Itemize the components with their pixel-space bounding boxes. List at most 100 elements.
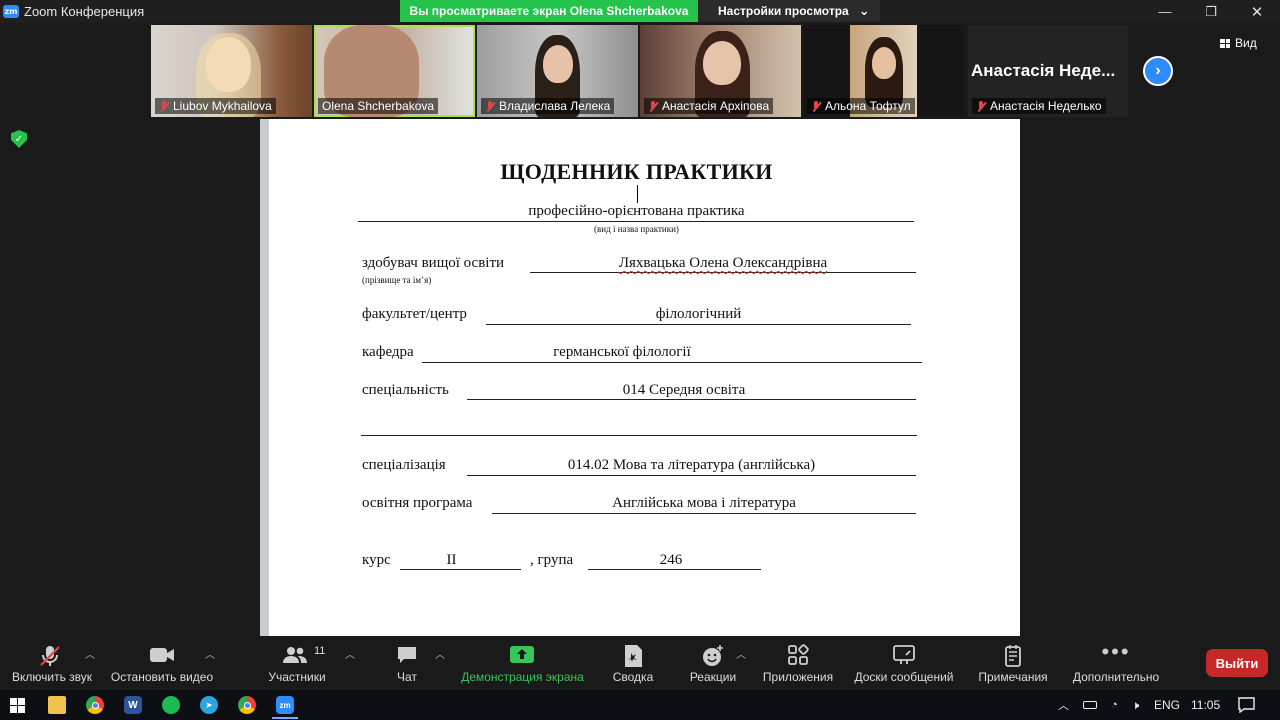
- telegram-icon[interactable]: ➤: [200, 696, 218, 714]
- mic-muted-icon: [976, 100, 986, 112]
- faculty-value: філологічний: [655, 306, 742, 322]
- participant-tile[interactable]: Анастасія Архіпова: [640, 25, 801, 117]
- language-indicator[interactable]: ENG: [1154, 690, 1180, 720]
- participant-name-label: Владислава Лелека: [481, 98, 615, 114]
- word-icon[interactable]: W: [124, 696, 142, 714]
- participant-video: [543, 45, 573, 83]
- text-cursor: [637, 185, 638, 203]
- view-button[interactable]: Вид: [1220, 33, 1257, 53]
- participants-icon: [283, 647, 307, 663]
- chat-options-caret-icon[interactable]: ︿: [435, 646, 445, 661]
- wifi-icon[interactable]: ◔: [1111, 699, 1118, 711]
- more-button[interactable]: ••• Дополнительно: [1067, 636, 1165, 690]
- apps-label: Приложения: [762, 670, 834, 684]
- reactions-label: Реакции: [689, 670, 737, 684]
- mic-muted-icon: [159, 100, 169, 112]
- underline: [467, 475, 916, 476]
- chat-label: Чат: [397, 670, 417, 684]
- unmute-button[interactable]: Включить звук: [2, 636, 102, 690]
- notes-button[interactable]: Примечания: [974, 636, 1052, 690]
- student-caption: (прізвище та ім’я): [362, 275, 432, 285]
- mic-muted-icon: [648, 100, 658, 112]
- security-shield-icon[interactable]: ✓: [11, 130, 27, 148]
- grid-view-icon: [1220, 38, 1230, 48]
- mic-muted-icon: [485, 100, 495, 112]
- video-options-caret-icon[interactable]: ︿: [205, 646, 215, 661]
- participant-name: Альона Тофтул: [825, 99, 911, 113]
- student-value: Ляхвацька Олена Олександрівна: [530, 255, 916, 272]
- department-label: кафедра: [362, 344, 414, 360]
- participants-button[interactable]: 11 Участники: [262, 636, 332, 690]
- participant-name: Olena Shcherbakova: [322, 99, 435, 113]
- close-button[interactable]: ✕: [1234, 0, 1280, 23]
- underline: [358, 221, 914, 222]
- view-settings-button[interactable]: Настройки просмотра ⌄: [698, 0, 880, 22]
- video-strip: Liubov Mykhailova Olena Shcherbakova Вла…: [0, 23, 1280, 118]
- underline: [467, 399, 916, 400]
- group-label: , група: [530, 552, 574, 568]
- chrome-icon[interactable]: [86, 696, 104, 714]
- participants-options-caret-icon[interactable]: ︿: [345, 646, 355, 661]
- participants-count: 11: [314, 645, 326, 657]
- share-screen-icon: [510, 646, 534, 663]
- share-banner: Вы просматриваете экран Olena Shcherbako…: [400, 0, 698, 22]
- window-titlebar: zm Zoom Конференция Вы просматриваете эк…: [0, 0, 1280, 23]
- video-camera-icon: [150, 648, 174, 662]
- summary-document-icon: [625, 645, 642, 667]
- next-page-arrow-icon[interactable]: ›: [1143, 56, 1173, 86]
- audio-options-caret-icon[interactable]: ︿: [85, 646, 95, 661]
- window-controls: — ❐ ✕: [1142, 0, 1280, 23]
- program-value: Англійська мова і література: [612, 495, 796, 511]
- participant-name-label: Liubov Mykhailova: [155, 98, 276, 114]
- participant-tile-no-video[interactable]: Анастасія Неде... Анастасія Неделько: [968, 25, 1128, 117]
- battery-icon[interactable]: [1083, 701, 1097, 709]
- participant-name: Анастасія Архіпова: [662, 99, 770, 113]
- apps-button[interactable]: Приложения: [760, 636, 836, 690]
- chevron-down-icon: ⌄: [858, 3, 870, 18]
- windows-start-icon[interactable]: [10, 698, 25, 713]
- mic-muted-icon: [40, 646, 60, 666]
- department-value: германської філології: [553, 344, 691, 360]
- leave-meeting-button[interactable]: Выйти: [1206, 649, 1268, 677]
- participant-name-label: Альона Тофтул: [807, 98, 915, 114]
- participant-tile[interactable]: Liubov Mykhailova: [151, 25, 312, 117]
- notification-center-icon[interactable]: [1238, 697, 1255, 713]
- chrome-profile-icon[interactable]: [238, 696, 256, 714]
- chat-button[interactable]: Чат: [380, 636, 434, 690]
- participant-name-label: Анастасія Неделько: [972, 98, 1106, 114]
- restore-button[interactable]: ❐: [1188, 0, 1234, 23]
- more-label: Дополнительно: [1072, 670, 1160, 684]
- participant-name-label: Olena Shcherbakova: [318, 98, 439, 114]
- minimize-button[interactable]: —: [1142, 0, 1188, 23]
- participant-tile-active-speaker[interactable]: Olena Shcherbakova: [314, 25, 475, 117]
- view-settings-label: Настройки просмотра: [718, 4, 849, 18]
- participant-display-name: Анастасія Неде...: [971, 61, 1116, 80]
- participant-tile[interactable]: Альона Тофтул: [803, 25, 964, 117]
- zoom-taskbar-icon[interactable]: zm: [276, 696, 294, 714]
- unmute-label: Включить звук: [11, 670, 93, 684]
- summary-button[interactable]: Сводка: [604, 636, 662, 690]
- group-value: 246: [659, 552, 683, 568]
- participant-name: Анастасія Неделько: [990, 99, 1102, 113]
- faculty-label: факультет/центр: [362, 306, 467, 322]
- share-screen-button[interactable]: Демонстрация экрана: [455, 636, 590, 690]
- notes-label: Примечания: [978, 670, 1048, 684]
- reactions-options-caret-icon[interactable]: ︿: [736, 646, 746, 661]
- course-label: курс: [362, 552, 391, 568]
- participants-label: Участники: [268, 670, 326, 684]
- participant-tile[interactable]: Владислава Лелека: [477, 25, 638, 117]
- view-button-label: Вид: [1235, 36, 1257, 50]
- file-explorer-icon[interactable]: [48, 696, 66, 714]
- spotify-icon[interactable]: [162, 696, 180, 714]
- volume-muted-icon[interactable]: 🕨: [1132, 698, 1140, 713]
- specialization-label: спеціалізація: [362, 457, 446, 473]
- clock[interactable]: 11:05: [1191, 690, 1220, 720]
- tray-chevron-up-icon[interactable]: ︿: [1058, 697, 1069, 713]
- practice-type-value: професійно-орієнтована практика: [528, 203, 745, 219]
- practice-caption: (вид і назва практики): [594, 224, 679, 234]
- reactions-button[interactable]: Реакции: [683, 636, 743, 690]
- whiteboards-button[interactable]: Доски сообщений: [851, 636, 957, 690]
- underline: [588, 569, 761, 570]
- underline: [361, 435, 917, 436]
- stop-video-button[interactable]: Остановить видео: [104, 636, 220, 690]
